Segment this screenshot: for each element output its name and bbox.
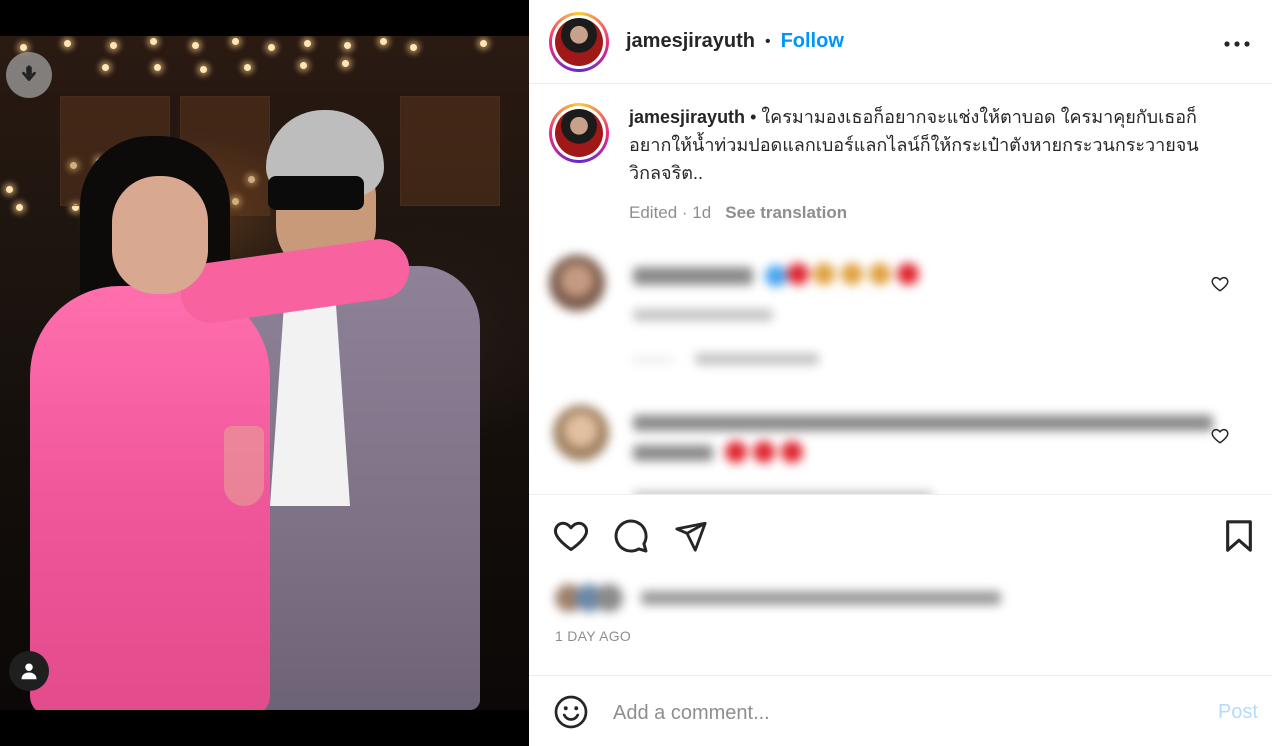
caption-edited-time: Edited · 1d [629, 203, 712, 222]
caption-text-block: jamesjirayuth • ใครมามองเธอก็อยากจะแช่งใ… [629, 103, 1239, 187]
emoji-icon [554, 695, 588, 729]
send-icon [675, 521, 707, 552]
save-button[interactable] [1219, 516, 1259, 556]
comment-icon [614, 519, 648, 553]
share-button[interactable] [671, 516, 711, 556]
bookmark-icon [1226, 520, 1252, 552]
avatar[interactable] [549, 11, 609, 72]
post-actions: 1 DAY AGO [529, 496, 1272, 676]
comments-section[interactable]: jamesjirayuth • ใครมามองเธอก็อยากจะแช่งใ… [529, 85, 1272, 495]
caption-username[interactable]: jamesjirayuth [629, 107, 745, 127]
caption-separator: • [745, 107, 762, 127]
like-comment-icon[interactable] [1211, 275, 1229, 293]
see-translation-link[interactable]: See translation [725, 203, 847, 222]
post-header: jamesjirayuth • Follow [529, 0, 1272, 84]
download-icon [22, 65, 36, 81]
follow-button[interactable]: Follow [781, 30, 844, 53]
download-button[interactable] [6, 52, 52, 98]
caption-avatar[interactable] [549, 103, 609, 163]
heart-icon [554, 521, 588, 551]
post-comment-button[interactable]: Post [1218, 701, 1258, 724]
post-photo[interactable] [0, 36, 529, 710]
header-username[interactable]: jamesjirayuth [626, 30, 755, 53]
post-side-panel: jamesjirayuth • Follow jamesjirayuth • ใ… [529, 0, 1272, 746]
emoji-button[interactable] [553, 694, 589, 730]
more-options-button[interactable] [1224, 30, 1250, 50]
post-media-panel [0, 0, 529, 746]
like-comment-icon[interactable] [1211, 427, 1229, 445]
comment-input[interactable] [613, 695, 1173, 731]
header-dot: • [764, 32, 771, 50]
comment-item [549, 405, 1229, 494]
liked-by-row[interactable] [555, 582, 1015, 612]
add-comment-bar: Post [529, 677, 1272, 746]
user-icon [21, 663, 37, 680]
tagged-users-button[interactable] [9, 651, 49, 691]
caption-meta: Edited · 1d See translation [629, 203, 847, 223]
like-button[interactable] [551, 516, 591, 556]
caption: jamesjirayuth • ใครมามองเธอก็อยากจะแช่งใ… [549, 103, 1249, 187]
comment-item [549, 255, 1229, 375]
comment-button[interactable] [611, 516, 651, 556]
more-icon [1224, 41, 1250, 47]
post-date[interactable]: 1 DAY AGO [555, 628, 631, 644]
